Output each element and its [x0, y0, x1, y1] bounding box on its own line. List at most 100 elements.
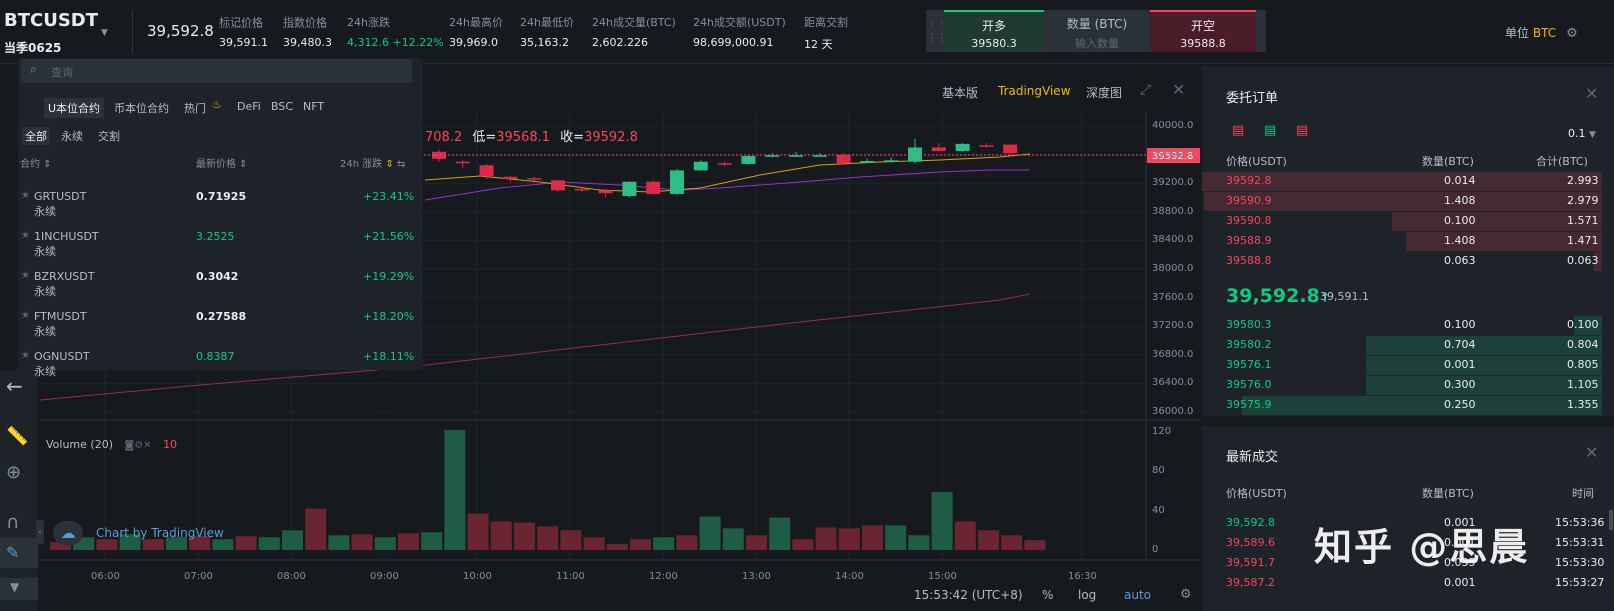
col-price[interactable]: 最新价格 ⇕	[196, 155, 248, 170]
ob-price[interactable]: 39590.9	[1226, 194, 1272, 207]
arrow-left-icon[interactable]: ←	[6, 374, 23, 398]
scrollbar-thumb[interactable]	[1609, 510, 1613, 530]
volume-bar	[699, 516, 721, 550]
market-row-price: 3.2525	[196, 230, 235, 243]
market-row-symbol[interactable]: 1INCHUSDT 永续	[34, 230, 99, 259]
ohlc-legend: 708.2 低=39568.1 收=39592.8	[425, 126, 638, 145]
star-icon[interactable]: ★	[21, 310, 30, 321]
star-icon[interactable]: ★	[21, 270, 30, 281]
log-toggle[interactable]: log	[1078, 588, 1096, 602]
market-search-input[interactable]: ⌕ 查询	[21, 59, 412, 83]
chevron-down-icon: ▼	[1589, 130, 1596, 140]
close-icon[interactable]: ✕	[143, 440, 151, 451]
volume-bar	[537, 526, 559, 550]
percent-toggle[interactable]: %	[1042, 588, 1053, 602]
market-row-change: +23.41%	[363, 190, 415, 203]
volume-bar	[722, 528, 744, 550]
volume-bar	[630, 539, 651, 550]
auto-toggle[interactable]: auto	[1124, 588, 1151, 602]
market-row-symbol[interactable]: GRTUSDT 永续	[34, 190, 86, 219]
volume-bar	[746, 535, 767, 550]
ob-price[interactable]: 39588.9	[1226, 234, 1272, 247]
ob-price[interactable]: 39580.3	[1226, 318, 1272, 331]
volume-bar	[792, 539, 814, 550]
gear-icon[interactable]: ⚙	[1180, 587, 1192, 602]
ob-total: 0.100	[1567, 318, 1599, 331]
search-placeholder: 查询	[51, 66, 73, 79]
tab-defi[interactable]: DeFi	[237, 100, 261, 113]
market-row-symbol[interactable]: FTMUSDT 永续	[34, 310, 87, 339]
tradingview-brand[interactable]: Chart by TradingView	[96, 526, 224, 540]
low-value: 39568.1	[496, 130, 551, 145]
subtab-perpetual[interactable]: 永续	[61, 128, 83, 144]
candle-body	[432, 151, 446, 159]
orderbook-view-bids-icon[interactable]: ▤	[1264, 123, 1276, 138]
ob-price[interactable]: 39576.0	[1226, 378, 1272, 391]
time-tick-label: 10:00	[463, 571, 492, 582]
volume-bar	[212, 539, 234, 550]
orderbook-view-asks-icon[interactable]: ▤	[1296, 123, 1308, 138]
tab-u-margined[interactable]: U本位合约	[44, 98, 105, 118]
magnet-icon[interactable]: ∩	[6, 512, 19, 533]
ob-qty: 0.250	[1444, 398, 1476, 411]
collapse-toolbar-button[interactable]: ‹	[36, 520, 44, 544]
orderbook-mid-price: 39,592.8↑	[1226, 285, 1331, 307]
ob-total: 0.804	[1567, 338, 1599, 351]
eye-icon[interactable]: ◙	[125, 440, 135, 451]
ob-col-price: 价格(USDT)	[1226, 155, 1287, 168]
star-icon[interactable]: ★	[21, 190, 30, 201]
time-tick-label: 09:00	[370, 571, 399, 582]
tr-col-price: 价格(USDT)	[1226, 487, 1287, 500]
time-tick-label: 12:00	[649, 571, 678, 582]
watermark: 知乎 @思晨	[1314, 525, 1530, 569]
volume-bar	[653, 537, 675, 550]
time-tick-label: 08:00	[277, 571, 306, 582]
lock-drawing-icon[interactable]: ✎	[6, 543, 19, 562]
volume-tick-label: 120	[1152, 426, 1172, 437]
volume-bar	[1001, 535, 1023, 550]
volume-bar	[838, 528, 860, 550]
volume-bar	[467, 513, 489, 550]
col-symbol-label: 合约	[20, 159, 40, 170]
candle-body	[931, 147, 946, 152]
tab-hot[interactable]: 热门	[184, 100, 206, 116]
market-row-symbol[interactable]: OGNUSDT 永续	[34, 350, 90, 379]
tab-coin-margined[interactable]: 币本位合约	[114, 100, 169, 116]
market-row-symbol[interactable]: BZRXUSDT 永续	[34, 270, 94, 299]
candle-body	[455, 161, 470, 164]
price-tick-label: 36400.0	[1152, 377, 1194, 389]
swap-icon[interactable]: ⇆	[397, 159, 405, 170]
tab-bsc[interactable]: BSC	[271, 100, 293, 113]
star-icon[interactable]: ★	[21, 230, 30, 241]
close-icon[interactable]: ✕	[1585, 443, 1598, 462]
col-change[interactable]: 24h 涨跌 ⇕ ⇆	[340, 155, 405, 170]
chart-clock: 15:53:42 (UTC+8)	[914, 588, 1023, 602]
settings-icon[interactable]: ⚙	[134, 440, 143, 451]
time-tick-label: 06:00	[91, 571, 120, 582]
subtab-all[interactable]: 全部	[22, 127, 50, 145]
star-icon[interactable]: ★	[21, 350, 30, 361]
ruler-icon[interactable]: 📏	[6, 426, 28, 447]
tab-nft[interactable]: NFT	[303, 100, 324, 113]
col-symbol[interactable]: 合约 ⇕	[20, 155, 52, 170]
settings-icon[interactable]: ⚙	[1566, 26, 1578, 41]
precision-select[interactable]: 0.1 ▼	[1568, 127, 1596, 140]
ob-price[interactable]: 39588.8	[1226, 254, 1272, 267]
candle-body	[479, 165, 494, 177]
orderbook-view-both-icon[interactable]: ▤	[1232, 123, 1244, 138]
candle-body	[574, 188, 589, 191]
close-icon[interactable]: ✕	[1585, 84, 1598, 103]
ob-price[interactable]: 39575.9	[1226, 398, 1272, 411]
ob-price[interactable]: 39580.2	[1226, 338, 1272, 351]
volume-bar	[560, 530, 582, 550]
subtab-delivery[interactable]: 交割	[98, 128, 120, 144]
unit-selector[interactable]: 单位 BTC ⚙	[1505, 24, 1578, 41]
chevron-down-icon[interactable]: ▼	[10, 580, 19, 594]
zoom-in-icon[interactable]: ⊕	[6, 462, 21, 483]
ob-price[interactable]: 39592.8	[1226, 174, 1272, 187]
ob-price[interactable]: 39590.8	[1226, 214, 1272, 227]
drawing-toolbar	[0, 370, 38, 611]
trades-title: 最新成交	[1226, 450, 1279, 465]
ob-price[interactable]: 39576.1	[1226, 358, 1272, 371]
flame-icon: ♨	[212, 98, 222, 111]
